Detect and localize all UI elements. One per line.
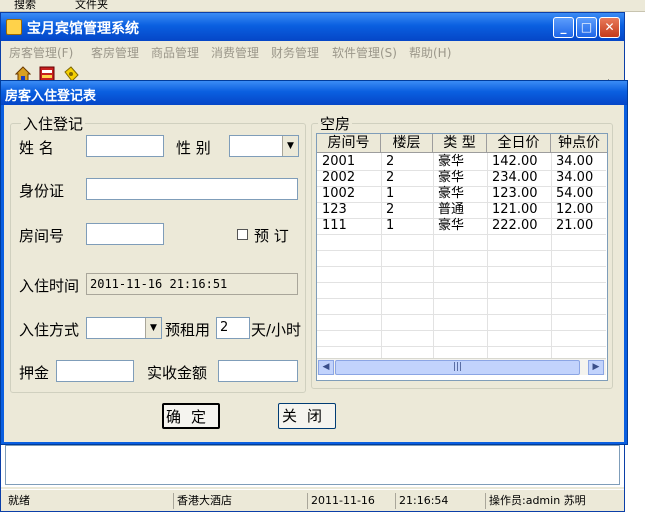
cell-hour-price[interactable]: 54.00	[551, 186, 593, 202]
checkin-time-field: 2011-11-16 21:16:51	[86, 273, 298, 295]
checkin-dialog: 房客入住登记表 入住登记 姓 名 性 别 ▼ 身份证 房间号 预 订 入住时间 …	[0, 80, 628, 445]
name-label: 姓 名	[19, 139, 54, 157]
reserve-label: 预 订	[254, 227, 289, 245]
cell-hour-price[interactable]: 12.00	[551, 202, 593, 218]
dialog-titlebar[interactable]: 房客入住登记表	[1, 81, 627, 105]
cell-room-type[interactable]: 普通	[433, 202, 464, 218]
grid-line	[317, 314, 606, 315]
col-header-room[interactable]: 房间号	[317, 134, 381, 153]
checkin-time-label: 入住时间	[19, 277, 80, 295]
cell-day-price[interactable]: 222.00	[487, 218, 538, 234]
main-titlebar[interactable]: 宝月宾馆管理系统 _ □ ✕	[1, 13, 624, 41]
received-label: 实收金额	[147, 364, 208, 382]
cell-room-number[interactable]: 2001	[317, 154, 355, 170]
col-header-type[interactable]: 类 型	[433, 134, 487, 153]
cell-hour-price[interactable]: 34.00	[551, 170, 593, 186]
cell-floor[interactable]: 2	[381, 202, 394, 218]
grid-line	[317, 330, 606, 331]
horizontal-scrollbar[interactable]: ◀ ||| ▶	[317, 358, 606, 375]
menu-guest[interactable]: 房客管理(F)	[9, 44, 73, 61]
app-icon	[6, 19, 22, 35]
app-title: 宝月宾馆管理系统	[27, 21, 139, 37]
cell-room-type[interactable]: 豪华	[433, 170, 464, 186]
col-header-day-price[interactable]: 全日价	[487, 134, 551, 153]
ok-button[interactable]: 确定	[162, 403, 220, 429]
chevron-down-icon[interactable]: ▼	[145, 318, 161, 338]
cell-floor[interactable]: 1	[381, 186, 394, 202]
status-operator: 操作员:admin 苏明	[485, 493, 622, 509]
grid-line	[317, 298, 606, 299]
menu-software[interactable]: 软件管理(S)	[332, 44, 397, 61]
menu-rooms[interactable]: 客房管理	[91, 44, 139, 61]
cell-day-price[interactable]: 142.00	[487, 154, 538, 170]
cell-room-number[interactable]: 123	[317, 202, 347, 218]
id-number-input[interactable]	[86, 178, 298, 200]
cell-floor[interactable]: 2	[381, 154, 394, 170]
close-button[interactable]: ✕	[599, 17, 620, 38]
chevron-down-icon[interactable]: ▼	[282, 136, 298, 156]
status-bar: 就绪 香港大酒店 2011-11-16 21:16:54 操作员:admin 苏…	[1, 489, 624, 511]
status-hotel: 香港大酒店	[173, 493, 307, 509]
gender-select[interactable]: ▼	[229, 135, 299, 157]
cell-hour-price[interactable]: 21.00	[551, 218, 593, 234]
background-panel	[5, 445, 620, 485]
grid-line	[317, 346, 606, 347]
checkin-mode-select[interactable]: ▼	[86, 317, 162, 339]
menu-bar: 房客管理(F) 客房管理 商品管理 消费管理 财务管理 软件管理(S) 帮助(H…	[1, 41, 624, 63]
vacant-rooms-legend: 空房	[318, 113, 353, 134]
deposit-input[interactable]	[56, 360, 134, 382]
menu-help[interactable]: 帮助(H)	[409, 44, 451, 61]
col-header-hour-price[interactable]: 钟点价	[551, 134, 607, 153]
vacant-rooms-grid[interactable]: 房间号 楼层 类 型 全日价 钟点价 2001 2 豪华 142.00 34.00 200…	[316, 133, 608, 381]
status-time: 21:16:54	[395, 493, 485, 509]
close-dialog-button[interactable]: 关闭	[278, 403, 336, 429]
status-state: 就绪	[8, 494, 30, 507]
id-label: 身份证	[19, 182, 65, 200]
name-input[interactable]	[86, 135, 164, 157]
checkin-mode-label: 入住方式	[19, 321, 80, 339]
cell-day-price[interactable]: 123.00	[487, 186, 538, 202]
dialog-title: 房客入住登记表	[5, 89, 97, 104]
grid-line	[317, 234, 606, 235]
scroll-left-button[interactable]: ◀	[318, 360, 334, 375]
grid-line	[317, 266, 606, 267]
room-number-input[interactable]	[86, 223, 164, 245]
checkin-group	[10, 123, 306, 393]
minimize-button[interactable]: _	[553, 17, 574, 38]
cell-room-number[interactable]: 111	[317, 218, 347, 234]
checkin-group-legend: 入住登记	[21, 113, 86, 134]
deposit-label: 押金	[19, 364, 50, 382]
explorer-folder-label[interactable]: 文件夹	[75, 0, 108, 11]
received-amount-input[interactable]	[218, 360, 298, 382]
cell-day-price[interactable]: 234.00	[487, 170, 538, 186]
status-date: 2011-11-16	[307, 493, 395, 509]
explorer-search-label[interactable]: 搜索	[14, 0, 36, 11]
room-label: 房间号	[19, 227, 65, 245]
cell-floor[interactable]: 2	[381, 170, 394, 186]
gender-label: 性 别	[176, 139, 211, 157]
scroll-thumb[interactable]: |||	[335, 360, 580, 375]
grid-line	[317, 250, 606, 251]
cell-day-price[interactable]: 121.00	[487, 202, 538, 218]
col-header-floor[interactable]: 楼层	[381, 134, 433, 153]
unit-label: 天/小时	[251, 321, 302, 339]
cell-room-type[interactable]: 豪华	[433, 154, 464, 170]
cell-room-type[interactable]: 豪华	[433, 186, 464, 202]
prepay-label: 预租用	[165, 321, 211, 339]
cell-room-number[interactable]: 1002	[317, 186, 355, 202]
scroll-right-button[interactable]: ▶	[588, 360, 604, 375]
cell-floor[interactable]: 1	[381, 218, 394, 234]
reserve-checkbox[interactable]	[237, 229, 248, 240]
prepay-input[interactable]: 2	[216, 317, 250, 339]
cell-hour-price[interactable]: 34.00	[551, 154, 593, 170]
explorer-toolbar-strip: 搜索 文件夹	[0, 0, 645, 12]
grid-line	[317, 282, 606, 283]
menu-goods[interactable]: 商品管理	[151, 44, 199, 61]
menu-consumption[interactable]: 消费管理	[211, 44, 259, 61]
menu-finance[interactable]: 财务管理	[271, 44, 319, 61]
maximize-button[interactable]: □	[576, 17, 597, 38]
cell-room-type[interactable]: 豪华	[433, 218, 464, 234]
cell-room-number[interactable]: 2002	[317, 170, 355, 186]
dialog-body: 入住登记 姓 名 性 别 ▼ 身份证 房间号 预 订 入住时间 2011-11-…	[4, 105, 624, 442]
